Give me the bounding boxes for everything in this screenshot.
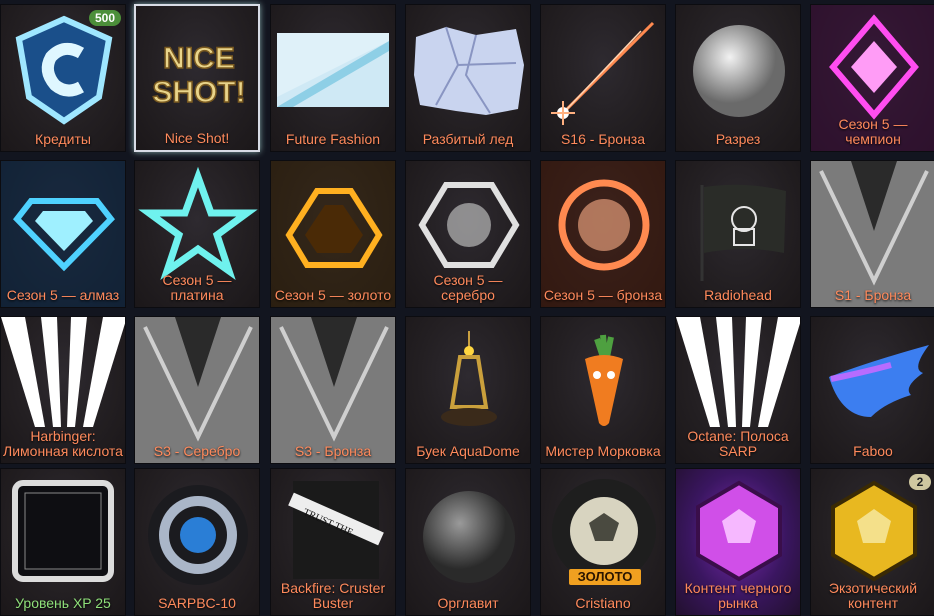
item-label: Сезон 5 — платина <box>162 272 232 303</box>
inventory-item-tile[interactable]: Сезон 5 — бронза <box>540 160 666 308</box>
inventory-item-tile[interactable]: NICE SHOT! Nice Shot! <box>134 4 260 152</box>
item-label: Уровень XP 25 <box>15 595 111 611</box>
xp-level-frame-icon <box>1 469 125 615</box>
item-label: Кредиты <box>35 131 91 147</box>
aquadome-buoy-icon <box>406 317 530 463</box>
item-label: S16 - Бронза <box>560 131 646 147</box>
inventory-item-tile[interactable]: Сезон 5 — чемпион <box>810 4 934 152</box>
radiohead-flag-icon <box>676 161 800 307</box>
s16-bronze-trail-icon <box>541 5 665 151</box>
inventory-item-tile[interactable]: ЗОЛОТО Cristiano <box>540 468 666 616</box>
sarpbc-wheel-icon <box>135 469 259 615</box>
inventory-item-tile[interactable]: TRUST THE Backfire: Cruster Buster <box>270 468 396 616</box>
cristiano-wheel-icon <box>541 469 665 615</box>
orglavit-ball-icon <box>406 469 530 615</box>
season5-gold-icon <box>271 161 395 307</box>
inventory-item-tile[interactable]: 500 Кредиты <box>0 4 126 152</box>
inventory-item-tile[interactable]: S1 - Бронза <box>810 160 934 308</box>
inventory-item-tile[interactable]: Octane: Полоса SARP <box>675 316 801 464</box>
item-label: Cristiano <box>575 595 631 611</box>
future-fashion-banner-icon <box>271 5 395 151</box>
inventory-item-tile[interactable]: Radiohead <box>675 160 801 308</box>
item-label: Nice Shot! <box>164 130 230 146</box>
item-label: Сезон 5 — чемпион <box>838 116 908 147</box>
metal-ball-icon <box>676 5 800 151</box>
inventory-item-tile[interactable]: Сезон 5 — золото <box>270 160 396 308</box>
s1-bronze-banner-icon <box>811 161 934 307</box>
item-count-badge: 500 <box>88 10 121 26</box>
inventory-item-tile[interactable]: Разрез <box>675 4 801 152</box>
inventory-item-tile[interactable]: Разбитый лед <box>405 4 531 152</box>
inventory-item-tile[interactable]: Future Fashion <box>270 4 396 152</box>
item-label: Future Fashion <box>285 131 381 147</box>
inventory-item-tile[interactable]: SARPBC-10 <box>134 468 260 616</box>
item-label: Мистер Морковка <box>545 443 661 459</box>
paint-tag: ЗОЛОТО <box>569 569 641 585</box>
item-label: S3 - Серебро <box>153 443 241 459</box>
item-label: Сезон 5 — серебро <box>433 272 503 303</box>
broken-ice-icon <box>406 5 530 151</box>
item-label: Сезон 5 — алмаз <box>6 287 120 303</box>
item-label: Octane: Полоса SARP <box>687 428 789 459</box>
item-label: S3 - Бронза <box>294 443 372 459</box>
svg-text:SHOT!: SHOT! <box>152 76 245 109</box>
inventory-grid: 500 Кредиты NICE SHOT! Nice Shot! Future Fash… <box>0 0 934 616</box>
season5-bronze-icon <box>541 161 665 307</box>
inventory-item-tile[interactable]: S3 - Бронза <box>270 316 396 464</box>
inventory-item-tile[interactable]: Буек AquaDome <box>405 316 531 464</box>
item-label: Буек AquaDome <box>416 443 520 459</box>
item-label: S1 - Бронза <box>834 287 912 303</box>
item-label: Сезон 5 — бронза <box>543 287 663 303</box>
inventory-item-tile[interactable]: 2 Экзотический контент <box>810 468 934 616</box>
item-label: SARPBC-10 <box>158 595 236 611</box>
item-label: Разбитый лед <box>422 131 514 147</box>
inventory-item-tile[interactable]: Орглавит <box>405 468 531 616</box>
inventory-item-tile[interactable]: Faboo <box>810 316 934 464</box>
item-label: Faboo <box>853 443 893 459</box>
inventory-item-tile[interactable]: Уровень XP 25 <box>0 468 126 616</box>
inventory-item-tile[interactable]: S16 - Бронза <box>540 4 666 152</box>
item-count-badge: 2 <box>909 474 931 490</box>
item-label: Орглавит <box>437 595 499 611</box>
inventory-item-tile[interactable]: Мистер Морковка <box>540 316 666 464</box>
item-label: Разрез <box>715 131 761 147</box>
inventory-item-tile[interactable]: Контент черного рынка <box>675 468 801 616</box>
mister-carrot-icon <box>541 317 665 463</box>
inventory-item-tile[interactable]: Harbinger: Лимонная кислота <box>0 316 126 464</box>
item-label: Backfire: Cruster Buster <box>280 580 386 611</box>
faboo-wing-icon <box>811 317 934 463</box>
inventory-item-tile[interactable]: Сезон 5 — платина <box>134 160 260 308</box>
item-label: Radiohead <box>704 287 772 303</box>
inventory-item-tile[interactable]: Сезон 5 — серебро <box>405 160 531 308</box>
season5-diamond-icon <box>1 161 125 307</box>
s3-silver-banner-icon <box>135 317 259 463</box>
inventory-item-tile[interactable]: S3 - Серебро <box>134 316 260 464</box>
item-label: Сезон 5 — золото <box>274 287 392 303</box>
credits-shield-icon <box>1 5 125 151</box>
inventory-item-tile[interactable]: Сезон 5 — алмаз <box>0 160 126 308</box>
item-label: Harbinger: Лимонная кислота <box>3 428 123 459</box>
item-label: Экзотический контент <box>828 580 918 611</box>
svg-text:NICE: NICE <box>163 42 235 75</box>
s3-bronze-banner-icon <box>271 317 395 463</box>
item-label: Контент черного рынка <box>684 580 792 611</box>
